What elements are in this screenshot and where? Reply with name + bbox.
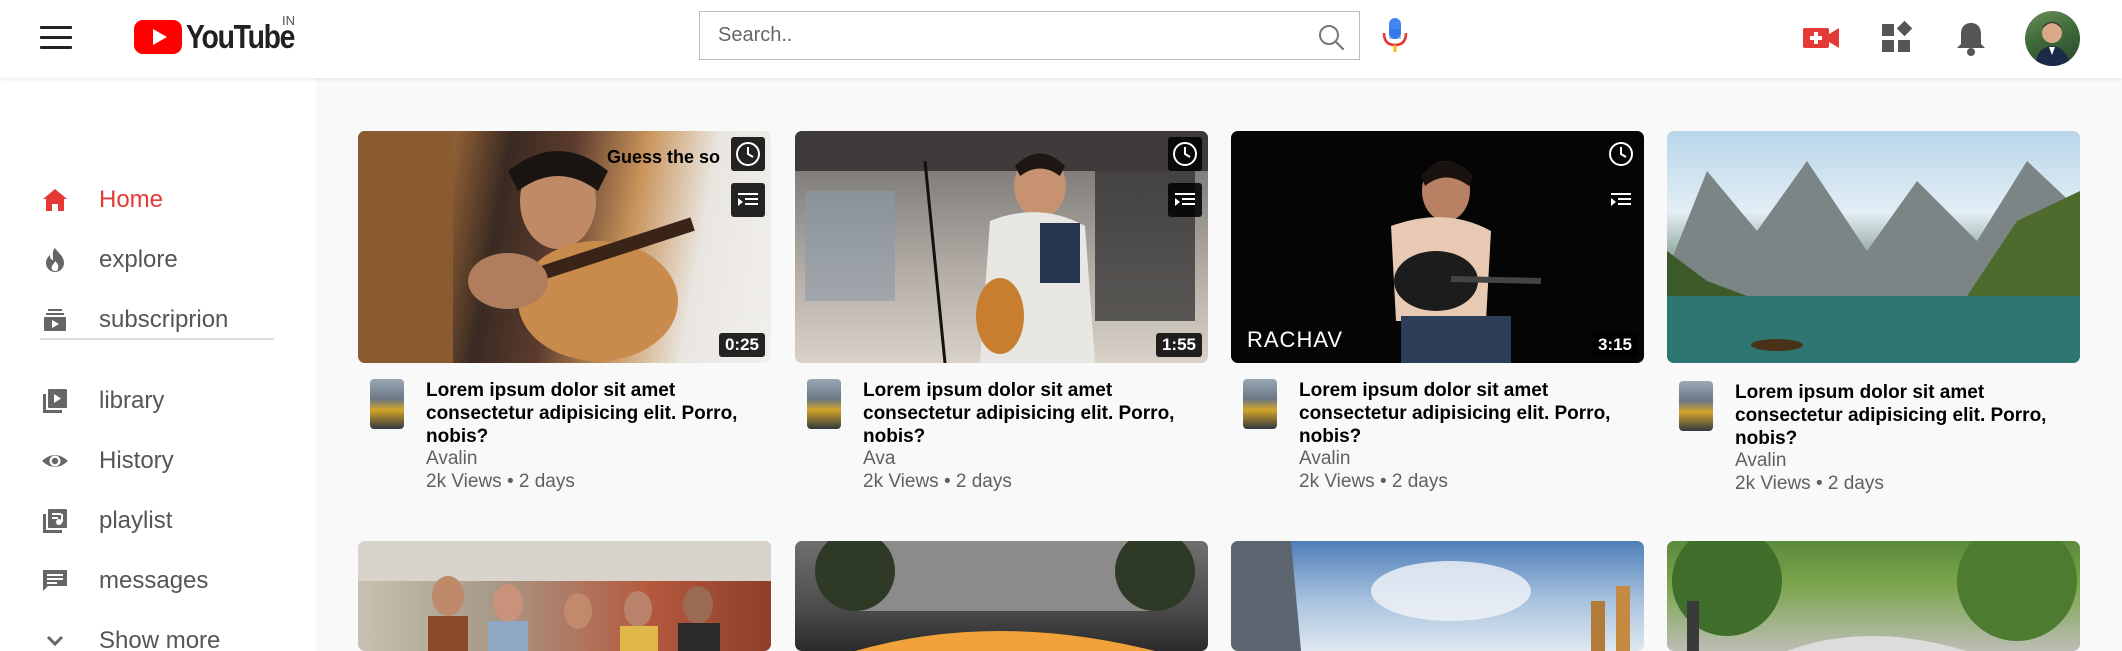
thumbnail-image (358, 541, 771, 651)
video-title[interactable]: Lorem ipsum dolor sit amet consectetur a… (426, 379, 761, 448)
video-stats: 2k Views • 2 days (426, 471, 575, 492)
add-to-queue-icon[interactable] (1168, 183, 1202, 217)
subscriptions-icon (44, 309, 66, 331)
sidebar-item-messages[interactable]: messages (0, 554, 316, 608)
thumbnail-brand-text: RACHAV (1247, 327, 1344, 352)
video-duration: 1:55 (1155, 333, 1202, 357)
menu-icon[interactable] (38, 22, 74, 54)
video-thumbnail[interactable]: 1:55 (795, 131, 1208, 363)
sidebar-item-library[interactable]: library (0, 374, 316, 428)
search-icon[interactable] (1317, 23, 1345, 51)
video-meta: Lorem ipsum dolor sit amet consectetur a… (1667, 363, 2080, 494)
logo-text: YouTube (186, 18, 295, 55)
video-card (1667, 541, 2080, 651)
search-box (699, 11, 1360, 60)
library-icon (43, 389, 67, 413)
sidebar: Home explore subscriprion library Histor… (0, 78, 316, 651)
messages-icon (43, 570, 67, 591)
region-code: IN (282, 13, 295, 28)
thumbnail-image (795, 131, 1208, 363)
history-icon (42, 455, 68, 467)
video-stats: 2k Views • 2 days (1299, 471, 1448, 492)
video-meta: Lorem ipsum dolor sit amet consectetur a… (1231, 363, 1644, 492)
channel-name[interactable]: Avalin (1735, 450, 1786, 472)
video-thumbnail[interactable]: Guess the so 0:25 (358, 131, 771, 363)
create-video-icon[interactable] (1801, 18, 1841, 58)
sidebar-item-label: messages (99, 567, 209, 594)
sidebar-divider (40, 338, 274, 340)
video-stats: 2k Views • 2 days (1735, 473, 1884, 494)
video-title[interactable]: Lorem ipsum dolor sit amet consectetur a… (1735, 381, 2070, 450)
video-duration: 3:15 (1591, 333, 1638, 357)
add-to-queue-icon[interactable] (1604, 183, 1638, 217)
video-card: Guess the so 0:25 Lorem ipsum dolor sit … (358, 131, 771, 492)
sidebar-item-label: Show more (99, 627, 221, 651)
mic-icon[interactable] (1380, 16, 1410, 54)
sidebar-item-label: library (99, 387, 165, 414)
video-card: RACHAV 3:15 Lorem ipsum dolor sit amet c… (1231, 131, 1644, 492)
channel-name[interactable]: Ava (863, 448, 895, 470)
user-portrait (2035, 22, 2070, 66)
sidebar-item-label: subscriprion (99, 306, 229, 333)
video-meta: Lorem ipsum dolor sit amet consectetur a… (795, 363, 1208, 492)
channel-avatar[interactable] (370, 379, 404, 429)
add-to-queue-icon[interactable] (731, 183, 765, 217)
thumbnail-image (1231, 541, 1630, 651)
video-card (1231, 541, 1644, 651)
channel-name[interactable]: Avalin (426, 448, 477, 470)
channel-avatar[interactable] (1679, 381, 1713, 431)
channel-avatar[interactable] (807, 379, 841, 429)
sidebar-item-explore[interactable]: explore (0, 233, 316, 287)
video-thumbnail[interactable] (1231, 541, 1644, 651)
video-meta: Lorem ipsum dolor sit amet consectetur a… (358, 363, 771, 492)
watch-later-icon[interactable] (1168, 137, 1202, 171)
video-thumbnail[interactable]: RACHAV 3:15 (1231, 131, 1644, 363)
sidebar-item-history[interactable]: History (0, 434, 316, 488)
sidebar-item-home[interactable]: Home (0, 173, 316, 227)
thumbnail-image (1672, 541, 2077, 651)
video-stats: 2k Views • 2 days (863, 471, 1012, 492)
video-title[interactable]: Lorem ipsum dolor sit amet consectetur a… (1299, 379, 1634, 448)
top-bar: YouTube IN (0, 0, 2122, 78)
video-thumbnail[interactable] (1667, 131, 2080, 363)
thumbnail-caption: Guess the so (607, 147, 721, 167)
avatar[interactable] (2025, 11, 2080, 66)
notifications-icon[interactable] (1951, 18, 1991, 58)
video-thumbnail[interactable] (795, 541, 1208, 651)
chevron-down-icon (46, 635, 64, 647)
sidebar-item-show-more[interactable]: Show more (0, 614, 316, 651)
video-title[interactable]: Lorem ipsum dolor sit amet consectetur a… (863, 379, 1198, 448)
sidebar-item-label: History (99, 447, 174, 474)
video-thumbnail[interactable] (358, 541, 771, 651)
youtube-play-icon (134, 20, 182, 54)
video-card (358, 541, 771, 651)
sidebar-item-label: Home (99, 186, 164, 213)
watch-later-icon[interactable] (1604, 137, 1638, 171)
search-input[interactable] (700, 12, 1290, 59)
sidebar-item-label: explore (99, 246, 178, 273)
sidebar-item-playlist[interactable]: playlist (0, 494, 316, 548)
thumbnail-image (815, 541, 1195, 651)
home-icon (43, 189, 67, 211)
sidebar-item-label: playlist (99, 507, 173, 534)
channel-name[interactable]: Avalin (1299, 448, 1350, 470)
video-card: Lorem ipsum dolor sit amet consectetur a… (1667, 131, 2080, 494)
thumbnail-image (1667, 161, 2080, 363)
apps-icon[interactable] (1876, 18, 1916, 58)
video-card: 1:55 Lorem ipsum dolor sit amet consecte… (795, 131, 1208, 492)
video-thumbnail[interactable] (1667, 541, 2080, 651)
playlist-icon (43, 509, 67, 533)
explore-icon (46, 248, 64, 272)
video-duration: 0:25 (718, 333, 765, 357)
watch-later-icon[interactable] (731, 137, 765, 171)
channel-avatar[interactable] (1243, 379, 1277, 429)
video-card (795, 541, 1208, 651)
